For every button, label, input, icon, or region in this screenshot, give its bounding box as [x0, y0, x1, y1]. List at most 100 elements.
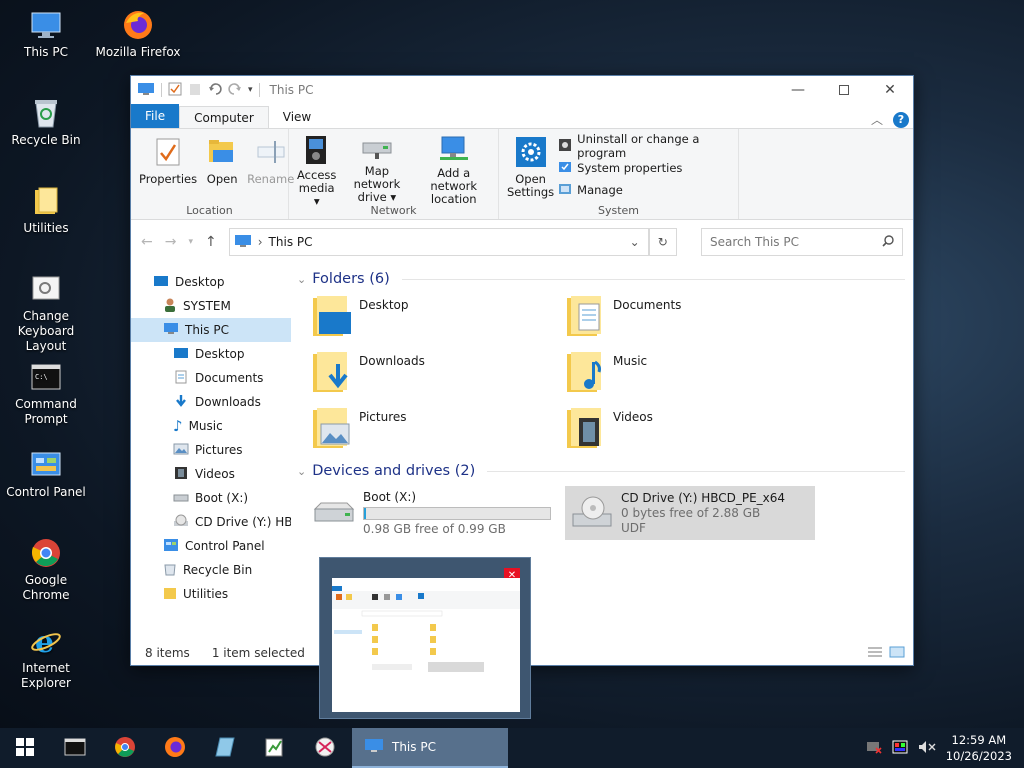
folder-item-documents[interactable]: Documents — [565, 294, 819, 342]
download-arrow-icon — [173, 394, 189, 411]
address-dropdown-icon[interactable]: ⌄ — [630, 235, 648, 249]
taskbar-firefox[interactable] — [150, 728, 200, 768]
rename-icon — [254, 135, 288, 169]
disk-tool-icon — [214, 736, 236, 761]
properties-button[interactable]: Properties — [135, 133, 201, 201]
folder-item-pictures[interactable]: Pictures — [311, 406, 565, 454]
search-placeholder: Search This PC — [710, 235, 799, 249]
folder-item-music[interactable]: Music — [565, 350, 819, 398]
ribbon-group-location: Properties Open Rename Location — [131, 129, 294, 219]
folder-item-videos[interactable]: Videos — [565, 406, 819, 454]
taskbar-chrome[interactable] — [100, 728, 150, 768]
drive-item-cd[interactable]: CD Drive (Y:) HBCD_PE_x64 0 bytes free o… — [565, 486, 815, 540]
drive-space-text: 0 bytes free of 2.88 GB — [621, 505, 761, 520]
back-arrow-icon[interactable]: ← — [141, 234, 153, 250]
refresh-button[interactable]: ↻ — [648, 228, 677, 256]
minimize-button[interactable]: — — [775, 76, 821, 104]
nav-item-system[interactable]: SYSTEM — [131, 294, 291, 318]
up-arrow-icon[interactable]: ↑ — [205, 234, 217, 250]
access-media-button[interactable]: Access media ▾ — [293, 133, 340, 208]
drives-section-header[interactable]: ⌄ Devices and drives (2) — [297, 456, 913, 486]
nav-item-cd-drive[interactable]: CD Drive (Y:) HBC — [131, 510, 291, 534]
minimize-icon: — — [791, 82, 805, 98]
address-bar[interactable]: › This PC ⌄ — [228, 228, 649, 256]
desktop-icon-this-pc[interactable]: This PC — [0, 8, 92, 60]
desktop-icon-utilities[interactable]: Utilities — [0, 184, 92, 236]
forward-arrow-icon[interactable]: → — [165, 234, 177, 250]
nav-item-desktop[interactable]: Desktop — [131, 342, 291, 366]
network-tray-icon[interactable] — [866, 740, 882, 757]
media-icon — [300, 135, 334, 165]
open-button[interactable]: Open — [201, 133, 243, 201]
thumbnail-window-image — [332, 578, 520, 712]
desktop-icon-label: Command Prompt — [15, 397, 77, 426]
taskbar: This PC 12:59 AM 10/26/2023 — [0, 728, 1024, 768]
group-label: Network — [370, 204, 417, 217]
nav-item-this-pc[interactable]: This PC — [131, 318, 291, 342]
desktop-icon-chrome[interactable]: Google Chrome — [0, 536, 92, 603]
start-button[interactable] — [0, 728, 50, 768]
monitor-icon — [364, 738, 384, 757]
close-button[interactable]: ✕ — [867, 76, 913, 104]
group-label: Location — [186, 204, 233, 217]
desktop-icon-label: Mozilla Firefox — [95, 45, 181, 59]
help-icon[interactable]: ? — [893, 111, 909, 128]
desktop-icon-internet-explorer[interactable]: e Internet Explorer — [0, 624, 92, 691]
manage-button[interactable]: Manage — [558, 179, 734, 201]
collapse-ribbon-icon[interactable]: ︿ — [871, 111, 883, 128]
maximize-button[interactable] — [821, 76, 867, 104]
redo-icon[interactable] — [228, 82, 242, 99]
drive-icon — [173, 490, 189, 507]
network-location-icon — [437, 135, 471, 163]
selection-count: 1 item selected — [211, 646, 305, 660]
nav-item-videos[interactable]: Videos — [131, 462, 291, 486]
properties-qat-icon[interactable] — [168, 82, 182, 99]
search-input[interactable]: Search This PC — [701, 228, 903, 256]
drive-item-boot[interactable]: Boot (X:) 0.98 GB free of 0.99 GB — [307, 486, 557, 540]
taskbar-thumbnail-preview[interactable]: ✕ — [319, 557, 531, 719]
new-folder-qat-icon[interactable] — [188, 82, 202, 99]
folders-section-header[interactable]: ⌄ Folders (6) — [297, 264, 913, 294]
desktop-icon-control-panel[interactable]: Control Panel — [0, 448, 92, 500]
nav-item-pictures[interactable]: Pictures — [131, 438, 291, 462]
uninstall-program-button[interactable]: Uninstall or change a program — [558, 132, 734, 160]
qat-dropdown-icon[interactable]: ▾ — [248, 85, 253, 95]
taskbar-app-editor[interactable] — [250, 728, 300, 768]
desktop-icon-command-prompt[interactable]: C:\ Command Prompt — [0, 360, 92, 427]
nav-item-boot-drive[interactable]: Boot (X:) — [131, 486, 291, 510]
nav-item-utilities[interactable]: Utilities — [131, 582, 291, 606]
breadcrumb[interactable]: This PC — [269, 235, 624, 249]
open-settings-button[interactable]: Open Settings — [503, 133, 558, 201]
recent-locations-chevron-icon[interactable]: ▾ — [188, 237, 193, 247]
desktop-icon-recycle-bin[interactable]: Recycle Bin — [0, 96, 92, 148]
tab-file[interactable]: File — [131, 104, 180, 128]
undo-icon[interactable] — [208, 82, 222, 99]
nav-item-documents[interactable]: Documents — [131, 366, 291, 390]
nav-item-recycle-bin[interactable]: Recycle Bin — [131, 558, 291, 582]
desktop-icon-change-keyboard[interactable]: Change Keyboard Layout — [0, 272, 92, 354]
hard-drive-icon — [311, 497, 355, 530]
taskbar-command-prompt[interactable] — [50, 728, 100, 768]
folder-item-desktop[interactable]: Desktop — [311, 294, 565, 342]
clock[interactable]: 12:59 AM 10/26/2023 — [946, 732, 1012, 764]
volume-muted-icon[interactable] — [918, 740, 936, 757]
clock-time: 12:59 AM — [951, 733, 1007, 747]
details-view-icon[interactable] — [867, 646, 883, 661]
tab-view[interactable]: View — [269, 106, 325, 128]
folder-item-downloads[interactable]: Downloads — [311, 350, 565, 398]
taskbar-app-disk-tool[interactable] — [200, 728, 250, 768]
map-network-drive-button[interactable]: Map network drive ▾ — [340, 133, 413, 204]
system-properties-button[interactable]: System properties — [558, 157, 734, 179]
taskbar-app-snipping[interactable] — [300, 728, 350, 768]
nav-item-control-panel[interactable]: Control Panel — [131, 534, 291, 558]
add-network-location-button[interactable]: Add a network location — [413, 133, 494, 206]
settings-gear-icon — [514, 135, 548, 169]
tab-computer[interactable]: Computer — [179, 106, 269, 128]
nav-item-desktop-root[interactable]: Desktop — [131, 270, 291, 294]
large-icons-view-icon[interactable] — [889, 646, 905, 661]
taskbar-item-this-pc[interactable]: This PC — [352, 728, 508, 768]
desktop-icon-firefox[interactable]: Mozilla Firefox — [92, 8, 184, 60]
nav-item-music[interactable]: ♪ Music — [131, 414, 291, 438]
display-color-tray-icon[interactable] — [892, 740, 908, 757]
nav-item-downloads[interactable]: Downloads — [131, 390, 291, 414]
